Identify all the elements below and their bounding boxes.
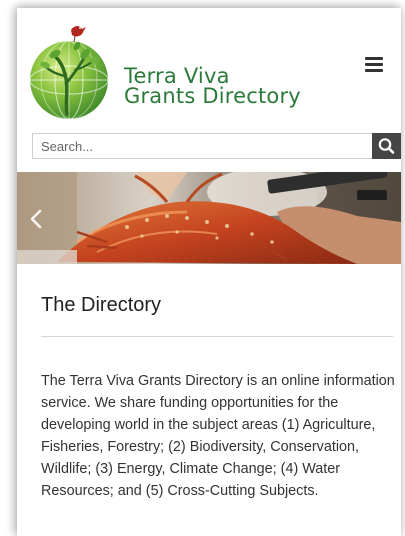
site-title-line1: Terra Viva [124, 64, 230, 88]
site-header: Terra Viva Grants Directory [17, 8, 401, 126]
site-title[interactable]: Terra Viva Grants Directory [124, 64, 301, 108]
hero-slider[interactable] [17, 172, 401, 264]
hamburger-menu-icon [362, 57, 386, 72]
lobster-photo [17, 172, 401, 264]
chevron-left-icon [30, 209, 42, 229]
site-logo[interactable] [27, 16, 113, 120]
hamburger-menu-button[interactable] [362, 54, 386, 74]
search-icon [378, 138, 395, 154]
intro-paragraph: The Terra Viva Grants Directory is an on… [41, 373, 395, 499]
site-title-line2: Grants Directory [124, 84, 301, 108]
slider-prev-button[interactable] [17, 199, 57, 239]
search-input[interactable] [32, 133, 372, 159]
title-divider [41, 336, 393, 337]
page-frame: Terra Viva Grants Directory Search... Th… [17, 8, 401, 536]
search-form [32, 133, 401, 161]
page-title: The Directory [41, 294, 162, 316]
search-button[interactable] [372, 133, 401, 159]
globe-logo-icon [29, 26, 109, 120]
